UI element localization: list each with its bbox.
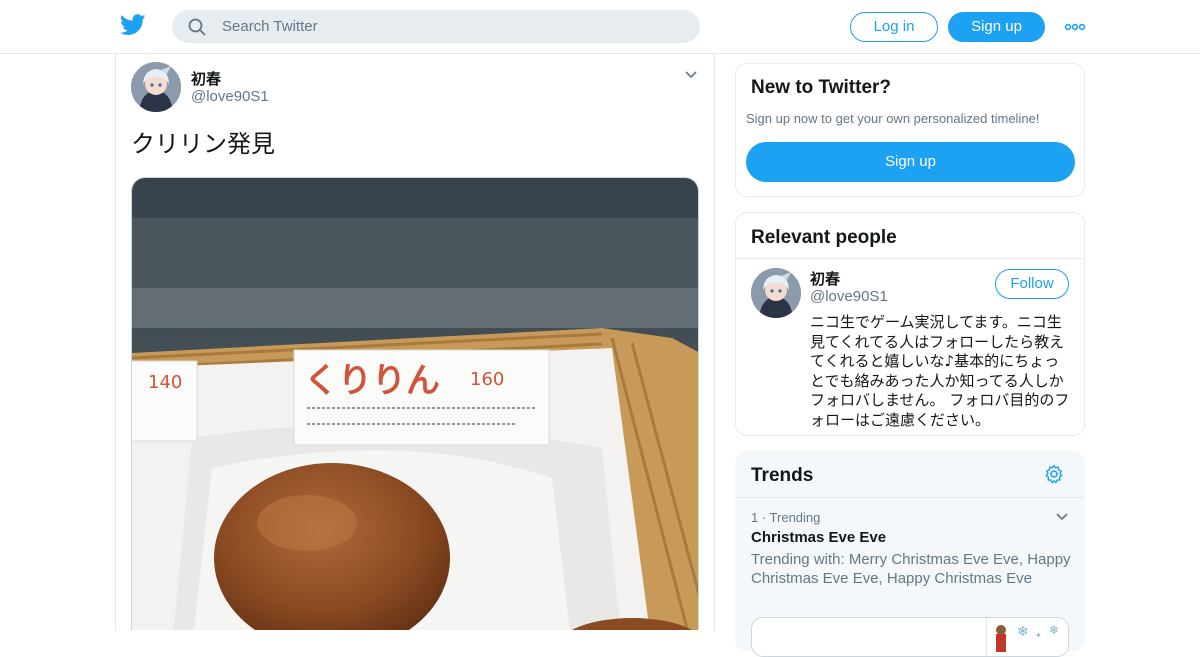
search-icon <box>188 18 206 36</box>
avatar[interactable] <box>751 268 801 318</box>
bakery-photo: 140 くりりん 160 <box>132 178 698 630</box>
gear-icon[interactable] <box>1044 464 1064 484</box>
signup-button[interactable]: Sign up <box>948 12 1045 42</box>
tweet-author-name[interactable]: 初春 <box>191 68 221 89</box>
top-navigation-bar: Log in Sign up <box>0 0 1200 54</box>
person-handle[interactable]: @love90S1 <box>810 288 888 305</box>
person-bio: ニコ生でゲーム実況してます。ニコ生見てくれてる人はフォローしたら教えてくれると嬉… <box>810 313 1070 429</box>
trends-title: Trends <box>751 465 814 486</box>
person-name[interactable]: 初春 <box>810 268 840 289</box>
svg-text:❄: ❄ <box>1017 624 1029 640</box>
signup-card-button[interactable]: Sign up <box>746 142 1075 182</box>
tweet-permalink: 初春 @love90S1 クリリン発見 140 くりりん 160 <box>115 54 715 630</box>
svg-text:✦: ✦ <box>1035 631 1042 640</box>
tweet-photo[interactable]: 140 くりりん 160 <box>131 177 699 630</box>
search-input[interactable] <box>222 10 682 43</box>
avatar[interactable] <box>131 62 181 112</box>
trend-meta: 1 · Trending <box>751 510 821 525</box>
trend-trending-with: Trending with: Merry Christmas Eve Eve, … <box>751 551 1071 587</box>
trend-preview-thumbnail: ❄ ❄ ✦ <box>986 618 1068 656</box>
divider <box>736 258 1084 259</box>
more-options-icon[interactable] <box>1064 18 1086 36</box>
chevron-down-icon[interactable] <box>684 70 698 80</box>
signup-card: New to Twitter? Sign up now to get your … <box>735 63 1085 197</box>
left-sign-price: 140 <box>148 372 182 393</box>
sign-title: くりりん <box>304 361 440 401</box>
avatar-image <box>131 62 181 112</box>
trend-name[interactable]: Christmas Eve Eve <box>751 529 886 546</box>
follow-button[interactable]: Follow <box>995 269 1069 299</box>
login-button[interactable]: Log in <box>850 12 938 42</box>
trend-tweet-preview[interactable]: ❄ ❄ ✦ <box>751 617 1069 657</box>
trends-card: Trends 1 · Trending Christmas Eve Eve Tr… <box>735 451 1085 657</box>
relevant-people-title: Relevant people <box>751 227 897 248</box>
snowflake-decoration: ❄ ❄ ✦ <box>996 623 1059 652</box>
relevant-people-card: Relevant people 初春 @love90S1 Follow ニコ生で… <box>735 212 1085 436</box>
divider <box>736 497 1084 498</box>
sign-price: 160 <box>470 369 504 390</box>
signup-card-title: New to Twitter? <box>751 77 892 98</box>
tweet-text: クリリン発見 <box>131 130 275 158</box>
search-box[interactable] <box>172 10 700 43</box>
tweet-author-handle[interactable]: @love90S1 <box>191 88 269 105</box>
twitter-bird-icon[interactable] <box>120 14 146 36</box>
signup-card-subtitle: Sign up now to get your own personalized… <box>746 111 1040 126</box>
chevron-down-icon[interactable] <box>1055 512 1069 522</box>
svg-text:❄: ❄ <box>1049 623 1059 637</box>
avatar-image <box>751 268 801 318</box>
